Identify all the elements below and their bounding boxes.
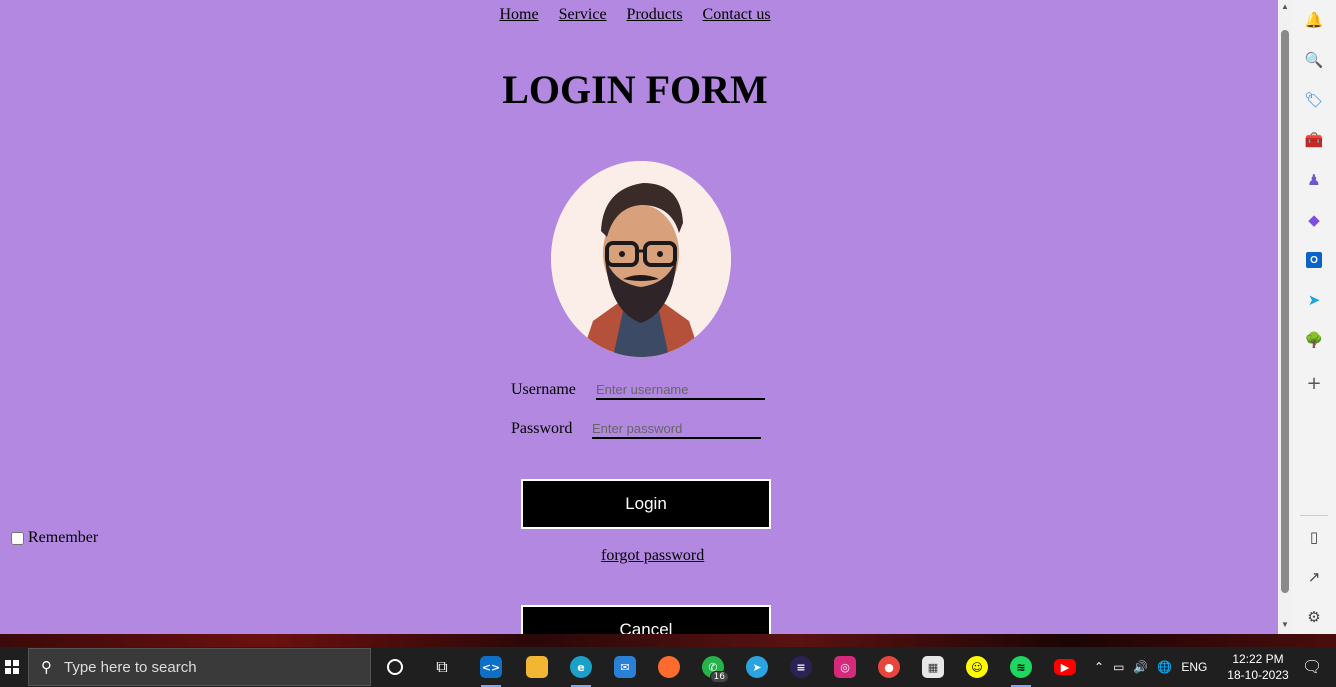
- youtube-icon[interactable]: ▶: [1047, 651, 1083, 683]
- notification-icon[interactable]: 🗨: [1302, 657, 1322, 676]
- scroll-down-arrow-icon[interactable]: ▼: [1280, 620, 1290, 630]
- avatar-illustration: [551, 161, 731, 357]
- file-explorer-icon[interactable]: [519, 651, 555, 683]
- whatsapp-icon[interactable]: ✆ 16: [695, 651, 731, 683]
- system-tray: ⌃ ▭ 🔊 🌐 ENG: [1094, 647, 1207, 687]
- page-title: LOGIN FORM: [502, 67, 768, 112]
- password-label: Password: [511, 420, 573, 437]
- send-icon[interactable]: ➤: [1304, 290, 1324, 310]
- chess-icon[interactable]: ♟: [1304, 170, 1324, 190]
- vertical-scrollbar[interactable]: ▲ ▼: [1278, 0, 1292, 634]
- outlook-icon[interactable]: O: [1304, 250, 1324, 270]
- cortana-icon[interactable]: [377, 651, 413, 683]
- mail-icon[interactable]: ✉: [607, 651, 643, 683]
- clock-time: 12:22 PM: [1232, 652, 1284, 666]
- eclipse-icon[interactable]: ≡: [783, 651, 819, 683]
- avatar-image: [551, 161, 731, 357]
- volume-icon[interactable]: 🔊: [1133, 660, 1148, 674]
- search-placeholder: Type here to search: [64, 658, 197, 676]
- system-clock[interactable]: 12:22 PM 18-10-2023: [1218, 651, 1298, 683]
- clock-date: 18-10-2023: [1227, 668, 1289, 682]
- firefox-icon[interactable]: [651, 651, 687, 683]
- whatsapp-badge: 16: [709, 671, 729, 683]
- search-icon: ⚲: [41, 658, 52, 676]
- password-input[interactable]: [592, 419, 761, 439]
- windows-logo-icon: [5, 660, 19, 674]
- snapchat-icon[interactable]: ☺: [959, 651, 995, 683]
- top-navigation: Home Service Products Contact us: [0, 6, 1270, 24]
- nav-products-link[interactable]: Products: [627, 6, 683, 23]
- tree-icon[interactable]: 🌳: [1304, 330, 1324, 350]
- browser-viewport: Home Service Products Contact us LOGIN F…: [0, 0, 1278, 634]
- nav-home-link[interactable]: Home: [499, 6, 538, 23]
- chevron-up-icon[interactable]: ⌃: [1094, 660, 1104, 674]
- external-icon[interactable]: ↗: [1304, 567, 1324, 587]
- sidebar-divider: [1300, 515, 1328, 516]
- remember-label: Remember: [28, 529, 99, 546]
- task-view-icon[interactable]: ⧉: [424, 651, 460, 683]
- search-icon[interactable]: 🔍: [1304, 50, 1324, 70]
- nav-service-link[interactable]: Service: [559, 6, 607, 23]
- desktop-wallpaper-strip: [0, 634, 1336, 647]
- battery-icon[interactable]: ▭: [1113, 660, 1124, 674]
- cancel-button[interactable]: Cancel: [521, 605, 771, 634]
- password-row: Password: [511, 419, 761, 439]
- spotify-icon[interactable]: ≋: [1003, 651, 1039, 687]
- windows-taskbar: ⚲ Type here to search ⧉ <> e ✉ ✆ 16 ➤ ≡ ◎…: [0, 647, 1336, 687]
- start-button[interactable]: [0, 647, 24, 687]
- scroll-thumb[interactable]: [1281, 30, 1289, 593]
- taskbar-search-box[interactable]: ⚲ Type here to search: [28, 648, 371, 686]
- username-row: Username: [511, 380, 765, 400]
- plus-icon[interactable]: +: [1304, 373, 1324, 394]
- language-indicator[interactable]: ENG: [1181, 660, 1207, 674]
- store-icon[interactable]: ▦: [915, 651, 951, 683]
- forgot-password-link[interactable]: forgot password: [601, 547, 704, 565]
- nav-contact-link[interactable]: Contact us: [703, 6, 771, 23]
- toolbox-icon[interactable]: 🧰: [1304, 130, 1324, 150]
- copilot-icon[interactable]: ◆: [1304, 210, 1324, 230]
- sidebar-icon[interactable]: ▯: [1304, 527, 1324, 547]
- username-label: Username: [511, 381, 576, 398]
- username-input[interactable]: [596, 380, 765, 400]
- edge-icon[interactable]: e: [563, 651, 599, 687]
- remember-checkbox[interactable]: [11, 531, 24, 545]
- telegram-icon[interactable]: ➤: [739, 651, 775, 683]
- edge-sidebar: 🔔 🔍 🏷 🧰 ♟ ◆ O ➤ 🌳 + ▯ ↗ ⚙: [1292, 0, 1336, 634]
- vscode-icon[interactable]: <>: [473, 651, 509, 687]
- settings-icon[interactable]: ⚙: [1304, 607, 1324, 627]
- scroll-up-arrow-icon[interactable]: ▲: [1280, 2, 1290, 12]
- instagram-icon[interactable]: ◎: [827, 651, 863, 683]
- remember-option: Remember: [11, 529, 98, 547]
- chrome-icon[interactable]: ●: [871, 651, 907, 683]
- bell-icon[interactable]: 🔔: [1304, 10, 1324, 30]
- tag-icon[interactable]: 🏷: [1304, 90, 1324, 110]
- network-icon[interactable]: 🌐: [1157, 660, 1172, 674]
- login-button[interactable]: Login: [521, 479, 771, 529]
